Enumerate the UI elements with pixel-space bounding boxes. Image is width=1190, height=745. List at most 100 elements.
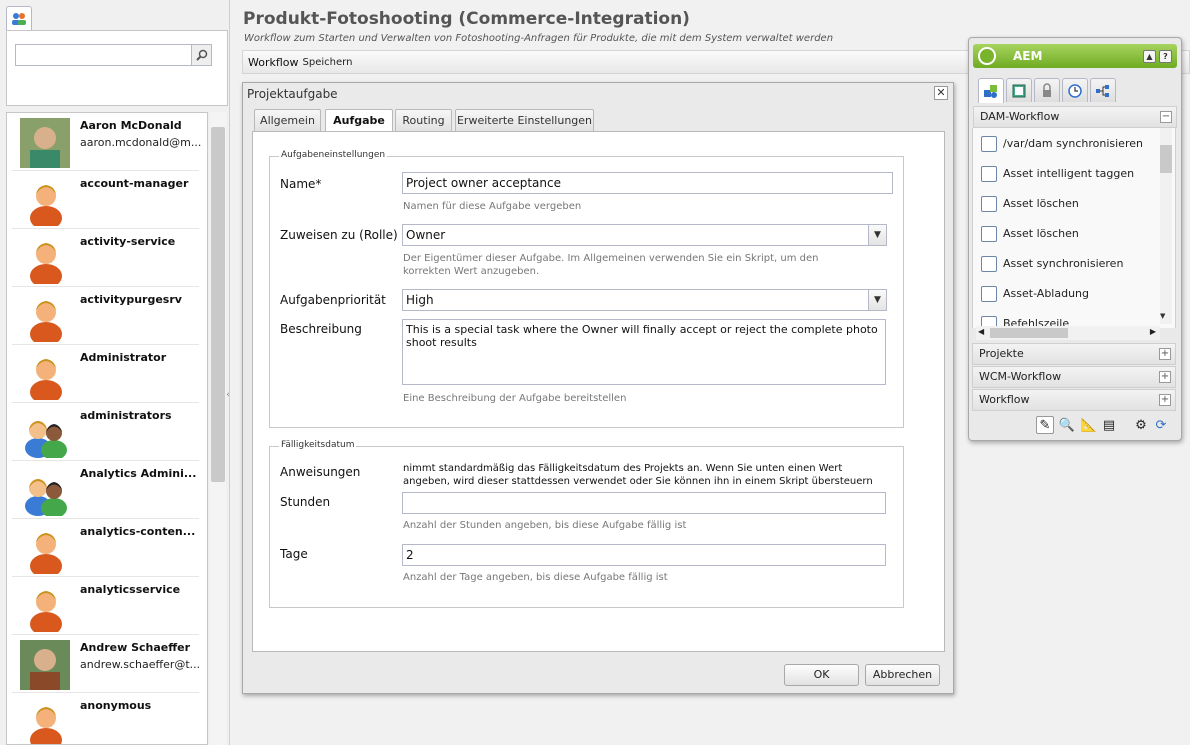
dam-workflow-header[interactable]: DAM-Workflow −	[973, 106, 1177, 128]
dam-workflow-item[interactable]: Asset synchronisieren	[979, 254, 1123, 276]
tab-erweiterte-einstellungen[interactable]: Erweiterte Einstellungen	[455, 109, 594, 131]
projects-section[interactable]: Projekte +	[972, 343, 1176, 365]
tab-workflow[interactable]	[1090, 78, 1116, 102]
tab-versioning[interactable]	[1062, 78, 1088, 102]
edit-icon[interactable]: ✎	[1036, 416, 1054, 434]
user-list-item[interactable]: account-manager	[12, 171, 199, 230]
description-hint: Eine Beschreibung der Aufgabe bereitstel…	[403, 393, 627, 404]
due-date-legend: Fälligkeitsdatum	[279, 440, 357, 450]
photo-avatar	[20, 118, 70, 168]
days-field[interactable]: 2	[402, 544, 886, 566]
users-tab[interactable]	[6, 6, 32, 30]
user-name: account-manager	[80, 177, 189, 190]
group-icon	[25, 479, 67, 518]
name-field[interactable]: Project owner acceptance	[402, 172, 893, 194]
document-icon[interactable]: ▤	[1100, 416, 1118, 434]
avatar	[20, 640, 70, 690]
description-textarea[interactable]: This is a special task where the Owner w…	[402, 319, 886, 385]
workflow-model-icon	[981, 136, 997, 152]
user-list-item[interactable]: activitypurgesrv	[12, 287, 199, 346]
dam-workflow-item[interactable]: Asset-Abladung	[979, 284, 1089, 306]
avatar	[20, 582, 70, 636]
save-button[interactable]: Speichern	[303, 57, 353, 68]
user-list-item[interactable]: Analytics Admini...	[12, 461, 199, 519]
user-list-item[interactable]: Andrew Schaeffer andrew.schaeffer@t...	[12, 635, 200, 693]
dam-list-scrollbar-thumb[interactable]	[1160, 145, 1172, 173]
dam-workflow-item[interactable]: Asset intelligent taggen	[979, 164, 1134, 186]
collapse-button[interactable]: ▲	[1143, 50, 1156, 63]
chevron-down-icon[interactable]: ▼	[868, 225, 886, 245]
chevron-down-icon[interactable]: ▼	[868, 290, 886, 310]
workflow-section[interactable]: Workflow +	[972, 389, 1176, 411]
user-list-item[interactable]: analytics-conten...	[12, 519, 199, 578]
dam-workflow-item[interactable]: /var/dam synchronisieren	[979, 134, 1143, 156]
assign-hint: Der Eigentümer dieser Aufgabe. Im Allgem…	[403, 253, 819, 277]
ok-button[interactable]: OK	[784, 664, 859, 686]
settings-icon[interactable]: ⚙	[1132, 416, 1150, 434]
tab-page[interactable]	[1006, 78, 1032, 102]
tab-aufgabe[interactable]: Aufgabe	[325, 109, 393, 132]
sidekick-header[interactable]: AEM ▲ ?	[973, 44, 1177, 68]
preview-icon[interactable]: 🔍	[1058, 416, 1076, 434]
hours-field[interactable]	[402, 492, 886, 514]
sidekick-title: AEM	[1013, 49, 1043, 63]
cancel-button[interactable]: Abbrechen	[865, 664, 940, 686]
page-title: Produkt-Fotoshooting (Commerce-Integrati…	[243, 9, 690, 29]
workflow-label: Workflow	[979, 393, 1030, 406]
assign-label: Zuweisen zu (Rolle)	[280, 228, 398, 242]
dam-workflow-item-label: Asset löschen	[1003, 197, 1079, 210]
tab-components[interactable]	[978, 78, 1004, 103]
dam-list-hscrollbar[interactable]: ◀ ▶	[976, 326, 1160, 340]
user-list-item[interactable]: activity-service	[12, 229, 199, 288]
minus-icon[interactable]: −	[1160, 111, 1172, 123]
name-hint: Namen für diese Aufgabe vergeben	[403, 201, 582, 212]
dam-workflow-label: DAM-Workflow	[980, 110, 1060, 123]
hscroll-thumb[interactable]	[990, 328, 1068, 338]
plus-icon[interactable]: +	[1159, 348, 1171, 360]
hours-label: Stunden	[280, 495, 331, 509]
user-list-item[interactable]: analyticsservice	[12, 577, 199, 636]
search-button[interactable]	[191, 44, 212, 66]
priority-label: Aufgabenpriorität	[280, 293, 386, 307]
workflow-model-icon	[981, 256, 997, 272]
scroll-left-icon[interactable]: ◀	[978, 327, 984, 336]
user-list-scrollbar-thumb[interactable]	[211, 127, 225, 482]
tab-routing[interactable]: Routing	[395, 109, 452, 131]
search-input[interactable]	[15, 44, 193, 66]
user-list-item[interactable]: anonymous	[12, 693, 199, 744]
user-icon	[30, 591, 62, 636]
dam-workflow-item[interactable]: Asset löschen	[979, 224, 1079, 246]
wcm-workflow-section[interactable]: WCM-Workflow +	[972, 366, 1176, 388]
user-list: Aaron McDonald aaron.mcdonald@m... account…	[6, 112, 208, 745]
project-task-dialog: Projektaufgabe ✕ Allgemein Aufgabe Routi…	[242, 82, 954, 694]
tab-allgemein[interactable]: Allgemein	[254, 109, 321, 131]
refresh-icon[interactable]: ⟳	[1152, 416, 1170, 434]
plus-icon[interactable]: +	[1159, 371, 1171, 383]
dam-workflow-item[interactable]: Asset löschen	[979, 194, 1079, 216]
dam-workflow-item-label: /var/dam synchronisieren	[1003, 137, 1143, 150]
page-subtitle: Workflow zum Starten und Verwalten von F…	[244, 33, 834, 44]
user-list-item[interactable]: administrators	[12, 403, 199, 461]
user-list-item[interactable]: Aaron McDonald aaron.mcdonald@m...	[12, 113, 201, 171]
plus-icon[interactable]: +	[1159, 394, 1171, 406]
photo-avatar	[20, 640, 70, 690]
scroll-right-icon[interactable]: ▶	[1150, 327, 1156, 336]
design-icon[interactable]: 📐	[1080, 416, 1098, 434]
workflow-menu[interactable]: Workflow	[248, 56, 299, 69]
avatar	[20, 524, 70, 578]
scroll-down-icon[interactable]: ▼	[1160, 312, 1165, 320]
tab-content: Aufgabeneinstellungen Name* Project owne…	[252, 131, 945, 652]
hours-hint: Anzahl der Stunden angeben, bis diese Au…	[403, 520, 687, 531]
tab-security[interactable]	[1034, 78, 1060, 102]
lock-icon	[1043, 82, 1051, 97]
help-button[interactable]: ?	[1159, 50, 1172, 63]
user-list-item[interactable]: Administrator	[12, 345, 199, 404]
close-button[interactable]: ✕	[934, 86, 948, 100]
users-icon	[12, 12, 26, 25]
user-name: anonymous	[80, 699, 152, 712]
assign-select[interactable]: Owner ▼	[402, 224, 887, 246]
panel-splitter[interactable]: ‹	[224, 380, 232, 410]
priority-select[interactable]: High ▼	[402, 289, 887, 311]
avatar	[20, 292, 70, 346]
assign-select-value: Owner	[406, 228, 446, 242]
